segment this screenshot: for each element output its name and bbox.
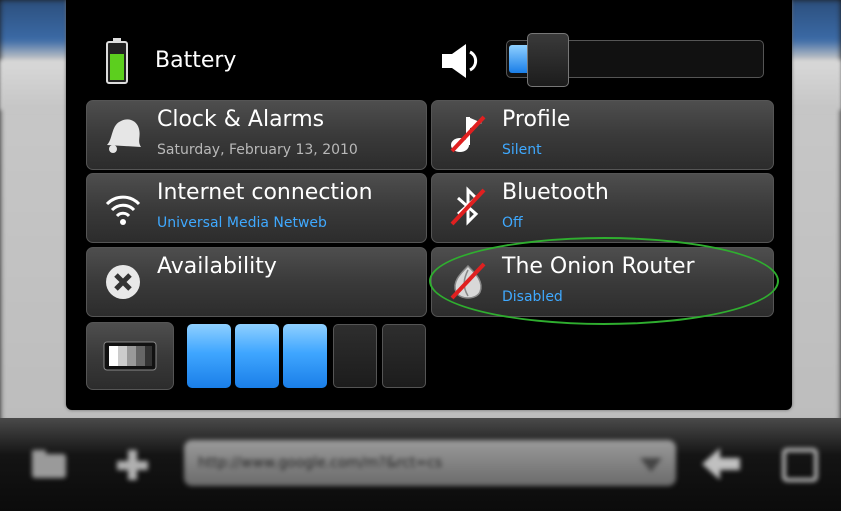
url-field[interactable]: http://www.google.com/m?&rct=cs xyxy=(184,440,676,486)
brightness-icon xyxy=(103,341,157,371)
back-icon[interactable] xyxy=(700,446,744,482)
brightness-segment-4[interactable] xyxy=(333,324,377,388)
onion-router-status: Disabled xyxy=(502,289,563,305)
internet-network-name: Universal Media Netweb xyxy=(157,215,327,231)
bluetooth-title: Bluetooth xyxy=(502,180,609,205)
profile-tile[interactable]: Profile Silent xyxy=(431,100,774,170)
brightness-segment-5[interactable] xyxy=(382,324,426,388)
volume-slider-thumb[interactable] xyxy=(527,33,569,87)
battery-label: Battery xyxy=(155,48,237,73)
brightness-segment-3[interactable] xyxy=(283,324,327,388)
bluetooth-status: Off xyxy=(502,215,523,231)
internet-title: Internet connection xyxy=(157,180,373,205)
brightness-segment-1[interactable] xyxy=(187,324,231,388)
status-menu-panel: Battery Clock & Alarms Saturday, Februar… xyxy=(66,0,792,410)
availability-tile[interactable]: Availability xyxy=(86,247,427,317)
offline-x-icon xyxy=(101,258,145,302)
music-note-muted-icon xyxy=(446,111,490,155)
internet-connection-tile[interactable]: Internet connection Universal Media Netw… xyxy=(86,173,427,243)
dropdown-icon[interactable] xyxy=(636,452,666,476)
onion-icon xyxy=(446,258,490,302)
volume-slider[interactable] xyxy=(506,33,764,87)
bluetooth-off-icon xyxy=(446,184,490,228)
bell-icon xyxy=(101,111,145,155)
profile-status: Silent xyxy=(502,142,542,158)
brightness-tile[interactable] xyxy=(86,322,174,390)
profile-title: Profile xyxy=(502,107,571,132)
folder-icon[interactable] xyxy=(30,446,70,480)
clock-date: Saturday, February 13, 2010 xyxy=(157,142,358,158)
availability-title: Availability xyxy=(157,254,277,279)
brightness-segment-2[interactable] xyxy=(235,324,279,388)
fullscreen-icon[interactable] xyxy=(780,446,820,484)
onion-router-title: The Onion Router xyxy=(502,254,695,279)
wifi-icon xyxy=(101,184,145,228)
battery-icon xyxy=(106,38,128,84)
clock-title: Clock & Alarms xyxy=(157,107,325,132)
bluetooth-tile[interactable]: Bluetooth Off xyxy=(431,173,774,243)
add-bookmark-icon[interactable] xyxy=(112,446,152,484)
clock-alarms-tile[interactable]: Clock & Alarms Saturday, February 13, 20… xyxy=(86,100,427,170)
speaker-icon[interactable] xyxy=(438,42,482,80)
onion-router-tile[interactable]: The Onion Router Disabled xyxy=(431,247,774,317)
